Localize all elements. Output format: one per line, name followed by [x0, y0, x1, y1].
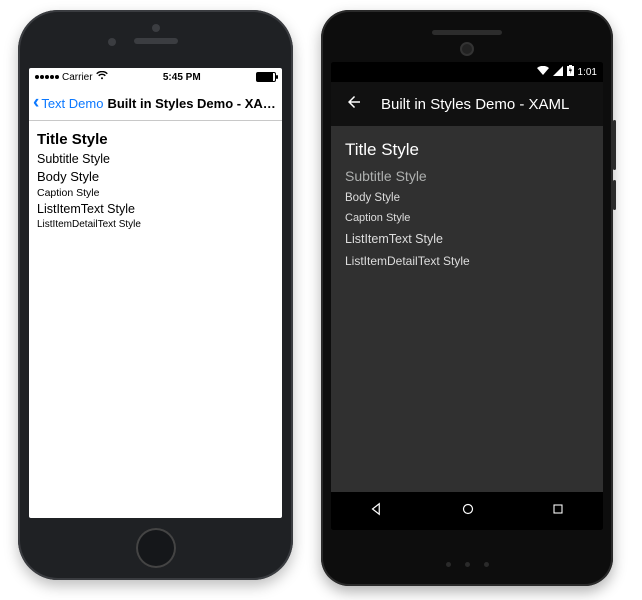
- nav-recents-button[interactable]: [550, 501, 566, 522]
- label-caption-style: Caption Style: [37, 187, 274, 199]
- android-app-bar: Built in Styles Demo - XAML: [331, 82, 603, 126]
- signal-strength-icon: [35, 75, 59, 79]
- arrow-left-icon: [345, 93, 363, 111]
- ios-content: Title Style Subtitle Style Body Style Ca…: [29, 121, 282, 518]
- nav-back-button[interactable]: [368, 500, 386, 523]
- iphone-device-frame: Carrier 5:45 PM ‹ Text Demo Built in Sty…: [18, 10, 293, 580]
- label-body-style: Body Style: [345, 192, 589, 204]
- battery-icon: [256, 72, 276, 82]
- device-speaker: [432, 30, 502, 35]
- label-body-style: Body Style: [37, 169, 274, 184]
- ios-nav-bar: ‹ Text Demo Built in Styles Demo - XAML: [29, 86, 282, 121]
- back-label: Text Demo: [41, 96, 103, 111]
- android-status-bar: 1:01: [331, 62, 603, 82]
- wifi-icon: [96, 71, 108, 83]
- label-listdetail-style: ListItemDetailText Style: [37, 219, 274, 230]
- device-speaker: [134, 38, 178, 44]
- label-title-style: Title Style: [345, 140, 589, 160]
- clock-label: 5:45 PM: [163, 72, 201, 83]
- carrier-label: Carrier: [62, 72, 93, 83]
- android-screen: 1:01 Built in Styles Demo - XAML Title S…: [331, 62, 603, 530]
- android-content: Title Style Subtitle Style Body Style Ca…: [331, 126, 603, 492]
- label-listitem-style: ListItemText Style: [345, 232, 589, 246]
- label-caption-style: Caption Style: [345, 212, 589, 224]
- battery-icon: [567, 65, 574, 79]
- ios-status-bar: Carrier 5:45 PM: [29, 68, 282, 86]
- back-button[interactable]: ‹ Text Demo: [33, 96, 103, 111]
- android-device-frame: 1:01 Built in Styles Demo - XAML Title S…: [321, 10, 613, 586]
- bottom-mic-grille: [417, 562, 517, 568]
- label-listdetail-style: ListItemDetailText Style: [345, 254, 589, 268]
- wifi-icon: [537, 66, 549, 79]
- proximity-sensor: [152, 24, 160, 32]
- android-nav-bar: [331, 492, 603, 530]
- volume-button: [613, 120, 616, 170]
- front-camera: [108, 38, 116, 46]
- label-listitem-style: ListItemText Style: [37, 202, 274, 216]
- home-button[interactable]: [136, 528, 176, 568]
- page-title: Built in Styles Demo - XAML: [103, 96, 278, 111]
- nav-home-button[interactable]: [459, 500, 477, 523]
- clock-label: 1:01: [578, 67, 597, 78]
- power-button: [613, 180, 616, 210]
- iphone-screen: Carrier 5:45 PM ‹ Text Demo Built in Sty…: [29, 68, 282, 518]
- page-title: Built in Styles Demo - XAML: [381, 96, 569, 113]
- signal-icon: [553, 66, 563, 79]
- label-subtitle-style: Subtitle Style: [37, 152, 274, 166]
- back-button[interactable]: [345, 93, 363, 115]
- label-subtitle-style: Subtitle Style: [345, 168, 589, 184]
- front-camera: [460, 42, 474, 56]
- label-title-style: Title Style: [37, 131, 274, 148]
